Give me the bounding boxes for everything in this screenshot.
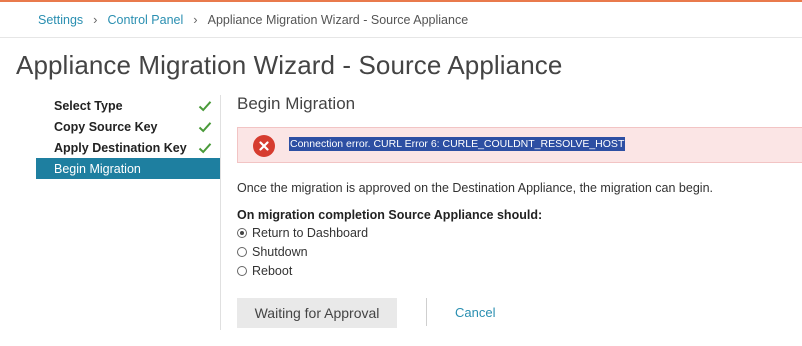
waiting-for-approval-button[interactable]: Waiting for Approval — [237, 298, 397, 328]
breadcrumb: Settings › Control Panel › Appliance Mig… — [38, 12, 468, 27]
cancel-link[interactable]: Cancel — [455, 305, 495, 320]
breadcrumb-separator-icon: › — [193, 12, 198, 27]
step-copy-source-key[interactable]: Copy Source Key — [36, 116, 220, 137]
radio-label: Shutdown — [252, 245, 308, 259]
breadcrumb-divider — [0, 37, 802, 38]
error-message: Connection error. CURL Error 6: CURLE_CO… — [289, 137, 626, 151]
breadcrumb-separator-icon: › — [93, 12, 98, 27]
step-begin-migration[interactable]: Begin Migration — [36, 158, 220, 179]
step-select-type[interactable]: Select Type — [36, 95, 220, 116]
steps-divider — [220, 95, 221, 330]
step-label: Copy Source Key — [54, 119, 158, 134]
checkmark-icon — [198, 142, 212, 153]
radio-return-to-dashboard[interactable]: Return to Dashboard — [237, 224, 368, 242]
radio-label: Return to Dashboard — [252, 226, 369, 240]
step-label: Apply Destination Key — [54, 140, 187, 155]
radio-reboot[interactable]: Reboot — [237, 262, 292, 280]
top-accent-line — [0, 0, 802, 2]
breadcrumb-settings-link[interactable]: Settings — [38, 13, 83, 27]
button-divider — [426, 298, 427, 326]
wizard-steps: Select Type Copy Source Key Apply Destin… — [36, 95, 220, 179]
page-title: Appliance Migration Wizard - Source Appl… — [16, 50, 563, 80]
radio-label: Reboot — [252, 264, 293, 278]
migration-info-text: Once the migration is approved on the De… — [237, 181, 713, 195]
breadcrumb-control-panel-link[interactable]: Control Panel — [108, 13, 184, 27]
radio-unchecked-icon[interactable] — [237, 247, 247, 257]
radio-checked-icon[interactable] — [237, 228, 247, 238]
step-label: Select Type — [54, 98, 123, 113]
step-apply-destination-key[interactable]: Apply Destination Key — [36, 137, 220, 158]
radio-shutdown[interactable]: Shutdown — [237, 243, 308, 261]
radio-unchecked-icon[interactable] — [237, 266, 247, 276]
checkmark-icon — [198, 121, 212, 132]
completion-question: On migration completion Source Appliance… — [237, 208, 543, 222]
error-x-icon — [253, 135, 275, 157]
section-title: Begin Migration — [237, 94, 356, 113]
error-banner: Connection error. CURL Error 6: CURLE_CO… — [237, 127, 802, 163]
breadcrumb-current-page: Appliance Migration Wizard - Source Appl… — [207, 12, 469, 27]
step-label: Begin Migration — [54, 161, 141, 176]
checkmark-icon — [198, 100, 212, 111]
